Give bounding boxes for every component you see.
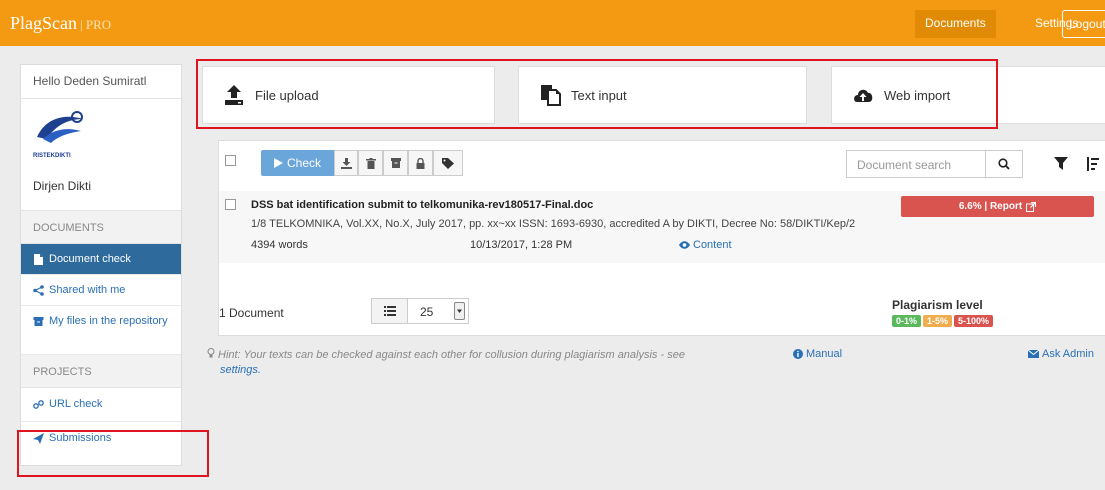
chevron-down-icon xyxy=(457,309,462,313)
archive-button[interactable] xyxy=(383,150,408,176)
hint-message: Hint: Your texts can be checked against … xyxy=(218,349,685,361)
document-checkbox[interactable] xyxy=(225,199,236,210)
sidebar: Hello Deden Sumiratl RISTEKDIKTI Dirjen … xyxy=(20,64,182,466)
search-button[interactable] xyxy=(985,150,1023,178)
documents-panel: Check Document search DSS bat identifica… xyxy=(218,140,1105,336)
list-icon-cell xyxy=(372,299,408,323)
highlight-box-input-methods xyxy=(196,59,998,129)
level-badge-medium: 1-5% xyxy=(923,315,953,327)
sidebar-item-label: URL check xyxy=(49,398,103,410)
level-badge-high: 5-100% xyxy=(954,315,994,327)
logo-suffix: | PRO xyxy=(80,17,112,32)
page-size-value: 25 xyxy=(420,305,434,319)
link-icon xyxy=(33,400,44,409)
organization-logo-text: RISTEKDIKTI xyxy=(33,153,71,159)
sidebar-item-document-check[interactable]: Document check xyxy=(21,244,181,275)
logo-text: PlagScan xyxy=(10,13,77,33)
greeting: Hello Deden Sumiratl xyxy=(21,65,181,99)
external-link-icon xyxy=(1026,201,1037,212)
document-word-count: 4394 words xyxy=(251,239,308,251)
documents-section-header: DOCUMENTS xyxy=(21,211,181,244)
manual-link[interactable]: Manual xyxy=(793,348,842,360)
download-icon xyxy=(340,157,352,169)
sidebar-item-label: My files in the repository xyxy=(49,315,168,327)
list-icon xyxy=(383,306,396,316)
top-navbar: PlagScan | PRO Documents Settings Logout xyxy=(0,0,1105,46)
page-size-dropdown[interactable] xyxy=(454,302,465,320)
ask-admin-label: Ask Admin xyxy=(1042,348,1094,360)
document-count: 1 Document xyxy=(219,306,284,320)
plagiarism-level-title: Plagiarism level xyxy=(892,298,983,312)
document-title[interactable]: DSS bat identification submit to telkomu… xyxy=(251,199,593,211)
info-icon xyxy=(793,349,803,359)
share-icon xyxy=(33,285,44,296)
page-size-selector[interactable]: 25 xyxy=(371,298,469,324)
delete-button[interactable] xyxy=(358,150,383,176)
manual-label: Manual xyxy=(806,348,843,360)
settings-link[interactable]: settings. xyxy=(220,364,261,376)
hint-text: Hint: Your texts can be checked against … xyxy=(207,348,767,378)
sidebar-item-shared-with-me[interactable]: Shared with me xyxy=(21,275,181,306)
document-date: 10/13/2017, 1:28 PM xyxy=(470,239,573,251)
level-badge-low: 0-1% xyxy=(892,315,922,327)
organization-logo xyxy=(37,111,83,143)
organization-card: RISTEKDIKTI Dirjen Dikti xyxy=(21,99,181,211)
archive-icon xyxy=(33,317,44,326)
report-label: 6.6% | Report xyxy=(958,201,1023,212)
sidebar-item-url-check[interactable]: URL check xyxy=(21,388,181,422)
sidebar-item-label: Shared with me xyxy=(49,284,126,296)
organization-name: Dirjen Dikti xyxy=(33,179,92,193)
nav-documents[interactable]: Documents xyxy=(915,10,996,38)
sort-icon[interactable] xyxy=(1087,157,1099,171)
play-icon xyxy=(273,158,283,168)
logout-button[interactable]: Logout xyxy=(1062,10,1105,38)
content-link[interactable]: Content xyxy=(679,239,732,251)
sidebar-item-label: Document check xyxy=(49,253,131,265)
document-row[interactable]: DSS bat identification submit to telkomu… xyxy=(219,191,1105,263)
plagiarism-level-legend: 0-1% 1-5% 5-100% xyxy=(892,315,994,327)
plagscan-logo[interactable]: PlagScan | PRO xyxy=(10,13,111,34)
sidebar-item-my-files[interactable]: My files in the repository xyxy=(21,306,181,355)
search-icon xyxy=(998,158,1010,170)
trash-icon xyxy=(365,157,376,169)
highlight-box-submissions xyxy=(17,430,209,477)
tags-icon xyxy=(442,157,454,169)
document-search-input[interactable]: Document search xyxy=(846,150,986,178)
check-button-label: Check xyxy=(286,156,321,170)
file-icon xyxy=(34,254,43,265)
document-description: 1/8 TELKOMNIKA, Vol.XX, No.X, July 2017,… xyxy=(251,218,856,230)
report-button[interactable]: 6.6% | Report xyxy=(901,196,1094,217)
content-link-label: Content xyxy=(693,239,732,251)
ask-admin-link[interactable]: Ask Admin xyxy=(1028,348,1094,360)
download-button[interactable] xyxy=(334,150,358,176)
lock-button[interactable] xyxy=(408,150,433,176)
tag-button[interactable] xyxy=(433,150,463,176)
archive-icon xyxy=(390,158,401,168)
filter-icon[interactable] xyxy=(1054,157,1068,171)
envelope-icon xyxy=(1028,350,1039,358)
select-all-checkbox[interactable] xyxy=(225,155,236,166)
eye-icon xyxy=(679,241,690,249)
lightbulb-icon xyxy=(207,348,215,358)
projects-section-header: PROJECTS xyxy=(21,355,181,388)
lock-icon xyxy=(416,157,425,169)
check-button[interactable]: Check xyxy=(261,150,334,176)
